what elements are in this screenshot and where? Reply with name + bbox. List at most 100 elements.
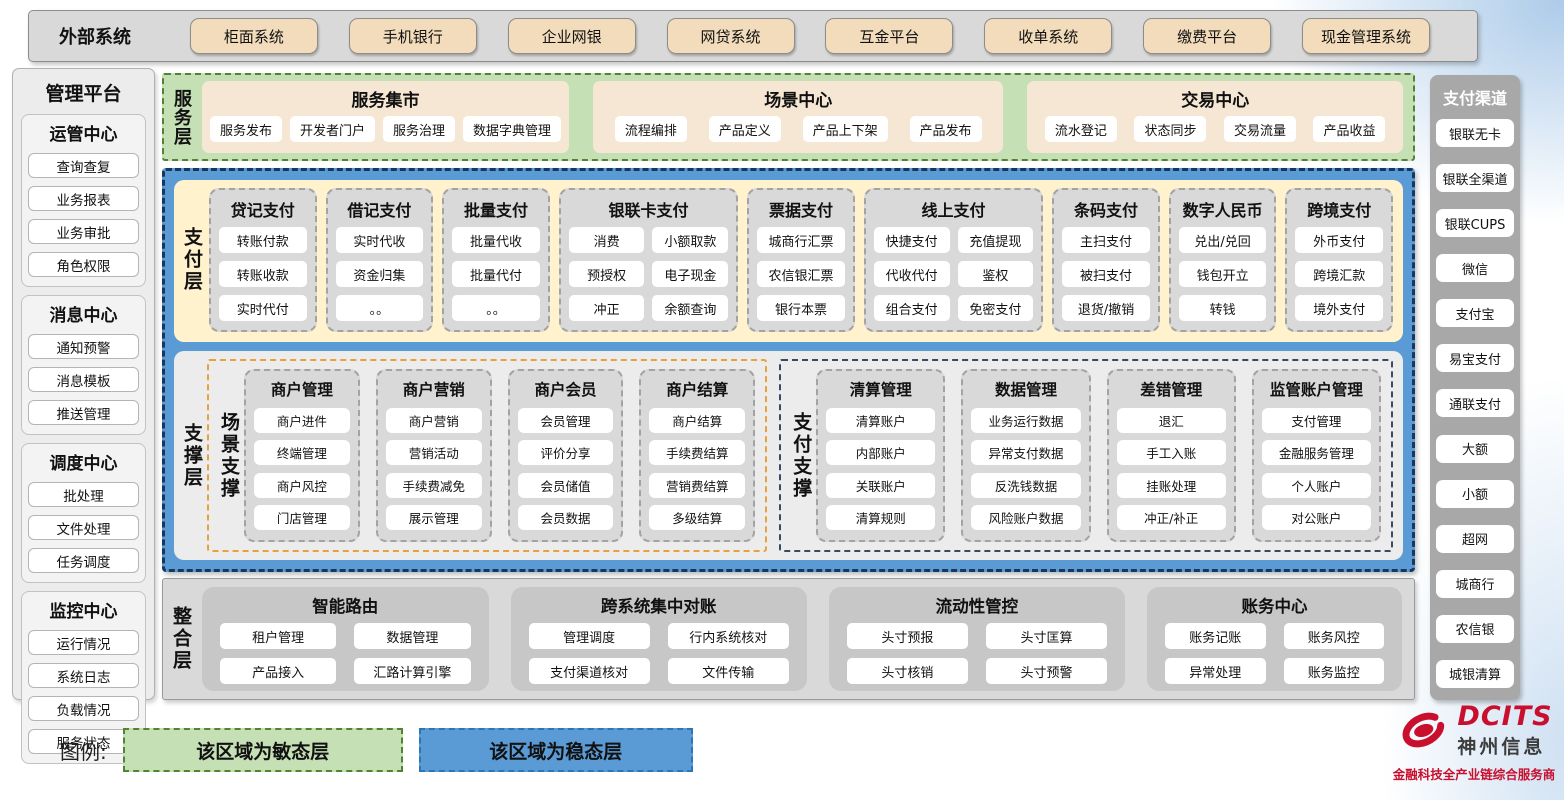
module-button[interactable]: 跨境汇款 <box>1295 261 1383 287</box>
module-button[interactable]: 退货/撤销 <box>1062 295 1150 321</box>
external-system-button[interactable]: 收单系统 <box>984 18 1112 54</box>
module-button[interactable]: 小额取款 <box>652 227 728 253</box>
module-button[interactable]: 手续费结算 <box>649 440 745 465</box>
management-function-button[interactable]: 文件处理 <box>28 515 139 540</box>
module-button[interactable]: 展示管理 <box>386 505 482 530</box>
management-function-button[interactable]: 业务报表 <box>28 186 139 211</box>
module-button[interactable]: 转钱 <box>1179 295 1267 321</box>
module-button[interactable]: 异常支付数据 <box>971 440 1080 465</box>
module-button[interactable]: 开发者门户 <box>290 116 375 142</box>
management-function-button[interactable]: 系统日志 <box>28 663 139 688</box>
external-system-button[interactable]: 柜面系统 <box>190 18 318 54</box>
external-system-button[interactable]: 企业网银 <box>508 18 636 54</box>
module-button[interactable]: 流水登记 <box>1045 116 1117 142</box>
payment-channel-button[interactable]: 小额 <box>1436 480 1514 508</box>
module-button[interactable]: 文件传输 <box>668 658 789 684</box>
external-system-button[interactable]: 网贷系统 <box>667 18 795 54</box>
module-button[interactable]: 头寸匡算 <box>986 623 1107 649</box>
module-button[interactable]: 数据字典管理 <box>463 116 561 142</box>
module-button[interactable]: 头寸核销 <box>847 658 968 684</box>
external-system-button[interactable]: 互金平台 <box>825 18 953 54</box>
module-button[interactable]: 清算账户 <box>826 408 935 433</box>
module-button[interactable]: 账务风控 <box>1284 623 1384 649</box>
payment-channel-button[interactable]: 银联CUPS <box>1436 209 1514 237</box>
management-function-button[interactable]: 角色权限 <box>28 252 139 277</box>
module-button[interactable]: 清算规则 <box>826 505 935 530</box>
module-button[interactable]: 。。 <box>336 295 424 321</box>
module-button[interactable]: 账务记账 <box>1165 623 1265 649</box>
payment-channel-button[interactable]: 通联支付 <box>1436 389 1514 417</box>
module-button[interactable]: 电子现金 <box>652 261 728 287</box>
payment-channel-button[interactable]: 易宝支付 <box>1436 344 1514 372</box>
module-button[interactable]: 商户营销 <box>386 408 482 433</box>
module-button[interactable]: 商户结算 <box>649 408 745 433</box>
module-button[interactable]: 商户风控 <box>254 473 350 498</box>
module-button[interactable]: 反洗钱数据 <box>971 473 1080 498</box>
module-button[interactable]: 支付渠道核对 <box>529 658 650 684</box>
module-button[interactable]: 金融服务管理 <box>1262 440 1371 465</box>
module-button[interactable]: 评价分享 <box>518 440 614 465</box>
module-button[interactable]: 租户管理 <box>220 623 336 649</box>
module-button[interactable]: 头寸预报 <box>847 623 968 649</box>
management-function-button[interactable]: 推送管理 <box>28 400 139 425</box>
module-button[interactable]: 风险账户数据 <box>971 505 1080 530</box>
module-button[interactable]: 异常处理 <box>1165 658 1265 684</box>
module-button[interactable]: 。。 <box>452 295 540 321</box>
external-system-button[interactable]: 现金管理系统 <box>1302 18 1430 54</box>
module-button[interactable]: 头寸预警 <box>986 658 1107 684</box>
module-button[interactable]: 账务监控 <box>1284 658 1384 684</box>
module-button[interactable]: 业务运行数据 <box>971 408 1080 433</box>
management-function-button[interactable]: 运行情况 <box>28 630 139 655</box>
module-button[interactable]: 冲正 <box>569 295 645 321</box>
management-function-button[interactable]: 消息模板 <box>28 367 139 392</box>
module-button[interactable]: 服务发布 <box>210 116 282 142</box>
module-button[interactable]: 产品发布 <box>910 116 982 142</box>
payment-channel-button[interactable]: 大额 <box>1436 435 1514 463</box>
module-button[interactable]: 余额查询 <box>652 295 728 321</box>
module-button[interactable]: 免密支付 <box>958 295 1034 321</box>
module-button[interactable]: 实时代收 <box>336 227 424 253</box>
module-button[interactable]: 预授权 <box>569 261 645 287</box>
module-button[interactable]: 多级结算 <box>649 505 745 530</box>
external-system-button[interactable]: 缴费平台 <box>1143 18 1271 54</box>
module-button[interactable]: 消费 <box>569 227 645 253</box>
module-button[interactable]: 营销活动 <box>386 440 482 465</box>
module-button[interactable]: 会员数据 <box>518 505 614 530</box>
payment-channel-button[interactable]: 农信银 <box>1436 615 1514 643</box>
module-button[interactable]: 产品定义 <box>709 116 781 142</box>
management-function-button[interactable]: 负载情况 <box>28 696 139 721</box>
module-button[interactable]: 手工入账 <box>1117 440 1226 465</box>
module-button[interactable]: 冲正/补正 <box>1117 505 1226 530</box>
payment-channel-button[interactable]: 银联全渠道 <box>1436 164 1514 192</box>
module-button[interactable]: 状态同步 <box>1134 116 1206 142</box>
module-button[interactable]: 批量代付 <box>452 261 540 287</box>
module-button[interactable]: 终端管理 <box>254 440 350 465</box>
module-button[interactable]: 产品收益 <box>1313 116 1385 142</box>
module-button[interactable]: 内部账户 <box>826 440 935 465</box>
module-button[interactable]: 批量代收 <box>452 227 540 253</box>
payment-channel-button[interactable]: 城商行 <box>1436 570 1514 598</box>
module-button[interactable]: 产品上下架 <box>803 116 888 142</box>
module-button[interactable]: 资金归集 <box>336 261 424 287</box>
module-button[interactable]: 支付管理 <box>1262 408 1371 433</box>
module-button[interactable]: 门店管理 <box>254 505 350 530</box>
module-button[interactable]: 商户进件 <box>254 408 350 433</box>
module-button[interactable]: 被扫支付 <box>1062 261 1150 287</box>
payment-channel-button[interactable]: 支付宝 <box>1436 299 1514 327</box>
payment-channel-button[interactable]: 银联无卡 <box>1436 119 1514 147</box>
module-button[interactable]: 代收代付 <box>874 261 950 287</box>
module-button[interactable]: 行内系统核对 <box>668 623 789 649</box>
module-button[interactable]: 营销费结算 <box>649 473 745 498</box>
module-button[interactable]: 对公账户 <box>1262 505 1371 530</box>
module-button[interactable]: 充值提现 <box>958 227 1034 253</box>
module-button[interactable]: 境外支付 <box>1295 295 1383 321</box>
module-button[interactable]: 交易流量 <box>1224 116 1296 142</box>
payment-channel-button[interactable]: 微信 <box>1436 254 1514 282</box>
module-button[interactable]: 转账收款 <box>219 261 307 287</box>
module-button[interactable]: 钱包开立 <box>1179 261 1267 287</box>
module-button[interactable]: 快捷支付 <box>874 227 950 253</box>
module-button[interactable]: 转账付款 <box>219 227 307 253</box>
module-button[interactable]: 会员储值 <box>518 473 614 498</box>
module-button[interactable]: 挂账处理 <box>1117 473 1226 498</box>
external-system-button[interactable]: 手机银行 <box>349 18 477 54</box>
